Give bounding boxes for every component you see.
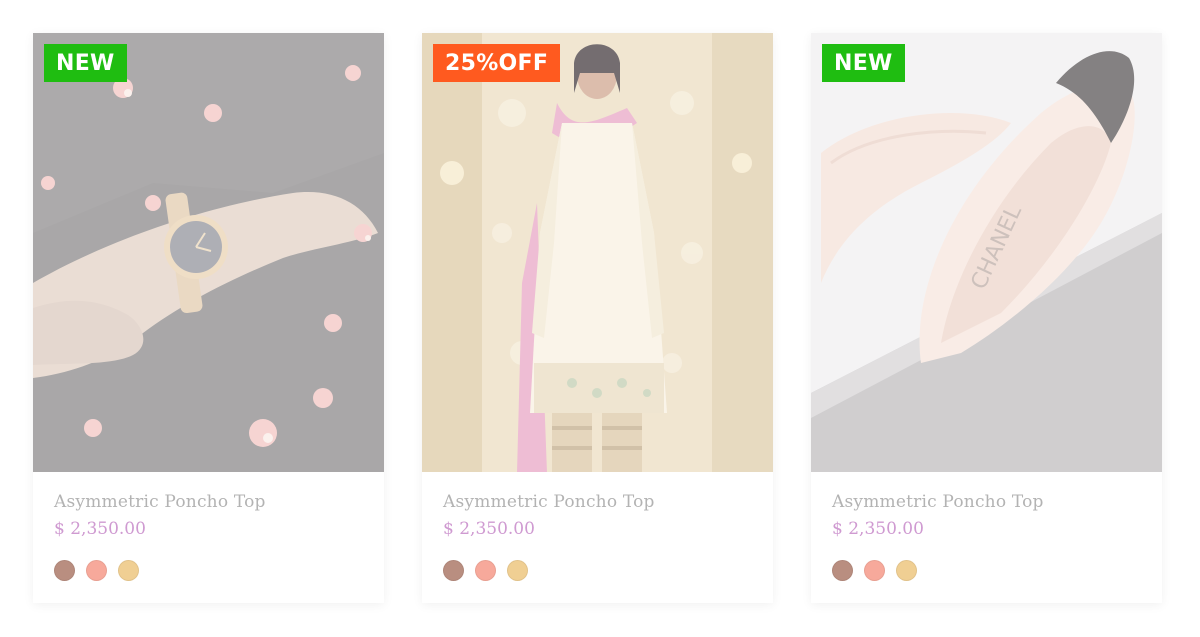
product-card[interactable]: CHANEL NEW Asymmetric Poncho Top $ 2,350… xyxy=(811,33,1162,603)
product-price: $ 2,350.00 xyxy=(54,519,146,539)
swatch-peach[interactable] xyxy=(864,560,885,581)
swatch-gold[interactable] xyxy=(507,560,528,581)
new-badge: NEW xyxy=(44,44,127,82)
product-grid: NEW Asymmetric Poncho Top $ 2,350.00 25%… xyxy=(33,33,1162,603)
product-image[interactable]: CHANEL NEW xyxy=(811,33,1162,472)
swatch-peach[interactable] xyxy=(475,560,496,581)
product-title[interactable]: Asymmetric Poncho Top xyxy=(54,490,363,514)
swatch-gold[interactable] xyxy=(118,560,139,581)
color-swatches xyxy=(443,560,752,581)
swatch-peach[interactable] xyxy=(86,560,107,581)
swatch-brown[interactable] xyxy=(443,560,464,581)
color-swatches xyxy=(832,560,1141,581)
color-swatches xyxy=(54,560,363,581)
image-overlay xyxy=(811,33,1162,472)
swatch-gold[interactable] xyxy=(896,560,917,581)
swatch-brown[interactable] xyxy=(832,560,853,581)
product-card[interactable]: 25%OFF Asymmetric Poncho Top $ 2,350.00 xyxy=(422,33,773,603)
product-title[interactable]: Asymmetric Poncho Top xyxy=(443,490,752,514)
product-card[interactable]: NEW Asymmetric Poncho Top $ 2,350.00 xyxy=(33,33,384,603)
product-title[interactable]: Asymmetric Poncho Top xyxy=(832,490,1141,514)
product-image[interactable]: 25%OFF xyxy=(422,33,773,472)
new-badge: NEW xyxy=(822,44,905,82)
swatch-brown[interactable] xyxy=(54,560,75,581)
product-image[interactable]: NEW xyxy=(33,33,384,472)
image-overlay xyxy=(422,33,773,472)
product-price: $ 2,350.00 xyxy=(443,519,535,539)
product-price: $ 2,350.00 xyxy=(832,519,924,539)
discount-badge: 25%OFF xyxy=(433,44,561,82)
image-overlay xyxy=(33,33,384,472)
